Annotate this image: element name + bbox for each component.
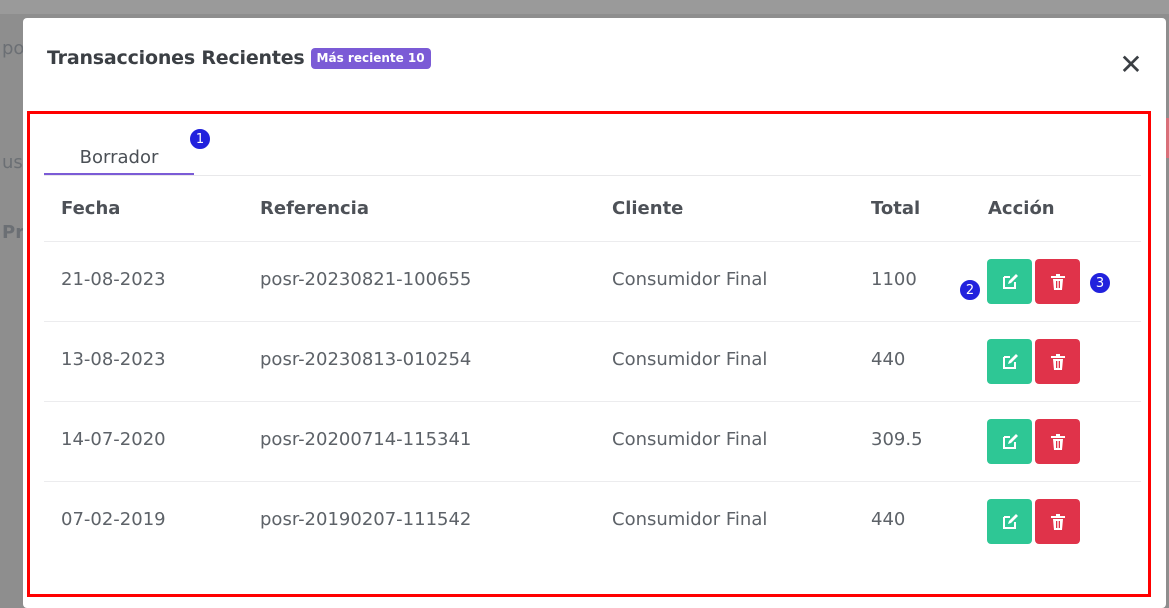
background-page-bar — [0, 0, 1169, 14]
total-cell: 440 — [871, 509, 906, 530]
table-row: 14-07-2020 posr-20200714-115341 Consumid… — [44, 402, 1141, 482]
trash-icon — [1050, 433, 1065, 450]
column-header-referencia: Referencia — [260, 198, 369, 219]
table-row: 07-02-2019 posr-20190207-111542 Consumid… — [44, 482, 1141, 562]
annotation-marker: 1 — [189, 128, 211, 150]
client-cell: Consumidor Final — [612, 429, 768, 450]
annotation-marker: 2 — [959, 279, 981, 301]
total-cell: 1100 — [871, 269, 917, 290]
date-cell: 14-07-2020 — [61, 429, 166, 450]
column-header-fecha: Fecha — [61, 198, 121, 219]
edit-button[interactable] — [987, 499, 1032, 544]
reference-cell: posr-20190207-111542 — [260, 509, 472, 530]
tab-borrador[interactable]: Borrador — [44, 144, 194, 176]
modal-header: Transacciones Recientes Más reciente 10 — [47, 47, 431, 69]
recent-count-badge: Más reciente 10 — [310, 47, 431, 69]
trash-icon — [1050, 353, 1065, 370]
client-cell: Consumidor Final — [612, 349, 768, 370]
column-header-total: Total — [871, 198, 921, 219]
close-button[interactable]: ✕ — [1116, 50, 1146, 80]
trash-icon — [1050, 273, 1065, 290]
modal-title: Transacciones Recientes — [47, 47, 305, 69]
edit-icon — [1002, 353, 1018, 369]
date-cell: 13-08-2023 — [61, 349, 166, 370]
delete-button[interactable] — [1035, 259, 1080, 304]
date-cell: 07-02-2019 — [61, 509, 166, 530]
trash-icon — [1050, 513, 1065, 530]
recent-transactions-modal: Transacciones Recientes Más reciente 10 … — [23, 18, 1166, 608]
client-cell: Consumidor Final — [612, 269, 768, 290]
reference-cell: posr-20230813-010254 — [260, 349, 472, 370]
column-header-cliente: Cliente — [612, 198, 684, 219]
date-cell: 21-08-2023 — [61, 269, 166, 290]
tab-label: Borrador — [79, 147, 159, 168]
delete-button[interactable] — [1035, 419, 1080, 464]
total-cell: 440 — [871, 349, 906, 370]
edit-button[interactable] — [987, 419, 1032, 464]
background-text: us — [2, 152, 23, 173]
transactions-table: Fecha Referencia Cliente Total Acción 21… — [44, 176, 1141, 562]
table-row: 13-08-2023 posr-20230813-010254 Consumid… — [44, 322, 1141, 402]
annotation-marker: 3 — [1089, 272, 1111, 294]
reference-cell: posr-20230821-100655 — [260, 269, 472, 290]
close-icon: ✕ — [1119, 48, 1143, 81]
background-text: Pr — [2, 222, 25, 243]
column-header-accion: Acción — [988, 198, 1055, 219]
total-cell: 309.5 — [871, 429, 923, 450]
edit-icon — [1002, 273, 1018, 289]
edit-icon — [1002, 513, 1018, 529]
delete-button[interactable] — [1035, 339, 1080, 384]
table-header-row: Fecha Referencia Cliente Total Acción — [44, 176, 1141, 242]
edit-button[interactable] — [987, 339, 1032, 384]
edit-icon — [1002, 433, 1018, 449]
edit-button[interactable] — [987, 259, 1032, 304]
reference-cell: posr-20200714-115341 — [260, 429, 472, 450]
delete-button[interactable] — [1035, 499, 1080, 544]
background-text: po — [2, 38, 25, 59]
client-cell: Consumidor Final — [612, 509, 768, 530]
